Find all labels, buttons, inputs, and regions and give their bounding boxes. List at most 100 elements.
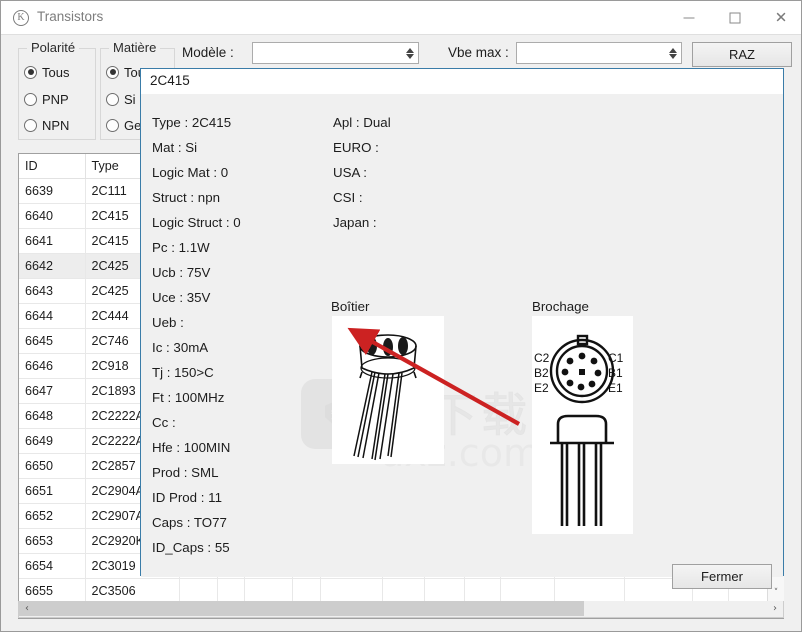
transistor-detail-dialog: 2C415 安 安下载 axz.com Type : 2C415Mat : Si… (140, 68, 784, 589)
grid-horizontal-scrollbar[interactable]: ‹ › (18, 601, 784, 618)
detail-field-right-4: Japan : (333, 215, 377, 230)
brochage-image: C2 B2 E2 C1 B1 E1 (532, 316, 633, 534)
cell-ucb (382, 578, 425, 604)
brochage-caption: Brochage (532, 299, 589, 314)
modele-spinner[interactable] (401, 43, 418, 63)
boitier-image (332, 316, 444, 464)
dialog-title: 2C415 (150, 73, 190, 88)
detail-field-left-1: Mat : Si (152, 140, 198, 155)
cell-id: 6651 (19, 478, 86, 504)
detail-field-left-0: Type : 2C415 (152, 115, 232, 130)
detail-field-right-2: USA : (333, 165, 367, 180)
detail-field-left-10: Tj : 150>C (152, 365, 214, 380)
minimize-icon (683, 17, 695, 18)
cell-id: 6641 (19, 228, 86, 254)
matiere-radio-ge[interactable]: Ge (106, 116, 141, 134)
polarite-radio-npn[interactable]: NPN (24, 116, 69, 134)
cell-id: 6643 (19, 278, 86, 304)
raz-button[interactable]: RAZ (692, 42, 792, 67)
polarite-radio-tous[interactable]: Tous (24, 63, 69, 81)
fermer-button[interactable]: Fermer (672, 564, 772, 589)
col-header-id[interactable]: ID (19, 154, 86, 179)
maximize-icon (729, 12, 741, 23)
pin-label-c1: C1 (608, 351, 624, 365)
cell-id: 6652 (19, 503, 86, 529)
cell-uce (424, 578, 465, 604)
detail-field-left-12: Cc : (152, 415, 176, 430)
cell-id: 6645 (19, 328, 86, 354)
radio-label: NPN (42, 117, 70, 133)
detail-field-left-11: Ft : 100MHz (152, 390, 225, 405)
close-button[interactable]: ✕ (758, 1, 801, 34)
spinner-down-icon[interactable] (668, 53, 677, 59)
matiere-legend: Matière (109, 40, 161, 55)
radio-label: PNP (42, 91, 69, 107)
modele-label: Modèle : (182, 45, 234, 60)
window-title: Transistors (37, 9, 104, 24)
detail-field-left-6: Ucb : 75V (152, 265, 211, 280)
matiere-radio-si[interactable]: Si (106, 90, 136, 108)
scroll-left-icon[interactable]: ‹ (19, 601, 35, 616)
polarite-legend: Polarité (27, 40, 80, 55)
modele-input[interactable] (253, 43, 401, 63)
detail-field-left-3: Struct : npn (152, 190, 220, 205)
spinner-up-icon[interactable] (405, 47, 414, 53)
cell-id: 6648 (19, 403, 86, 429)
detail-field-right-3: CSI : (333, 190, 363, 205)
cell-ic (500, 578, 555, 604)
detail-field-left-2: Logic Mat : 0 (152, 165, 229, 180)
horizontal-scroll-thumb[interactable] (19, 601, 584, 616)
spinner-up-icon[interactable] (668, 47, 677, 53)
cell-mat (179, 578, 218, 604)
detail-field-right-1: EURO : (333, 140, 379, 155)
spinner-down-icon[interactable] (405, 53, 414, 59)
vbe-max-label: Vbe max : (448, 45, 509, 60)
detail-field-left-8: Ueb : (152, 315, 184, 330)
cell-struct (244, 578, 293, 604)
cell-id: 6653 (19, 528, 86, 554)
vbe-max-input[interactable] (517, 43, 664, 63)
cell-id: 6649 (19, 428, 86, 454)
detail-field-right-0: Apl : Dual (333, 115, 391, 130)
cell-id: 6646 (19, 353, 86, 379)
radio-dot-icon (24, 65, 37, 79)
radio-label: Tous (42, 64, 70, 80)
cell-ls (292, 578, 321, 604)
app-circle-icon: K (13, 10, 29, 26)
maximize-button[interactable] (712, 1, 758, 34)
cell-ueb (464, 578, 501, 604)
detail-field-left-14: Prod : SML (152, 465, 219, 480)
cell-id: 6639 (19, 178, 86, 204)
scroll-right-icon[interactable]: › (767, 601, 783, 616)
polarite-radio-pnp[interactable]: PNP (24, 90, 69, 108)
table-row[interactable]: 6655 2C3506 (19, 578, 783, 604)
boitier-caption: Boîtier (331, 299, 370, 314)
application-window: K Transistors ✕ Polarité Tous PNP NPN Ma… (0, 0, 802, 632)
detail-field-left-7: Uce : 35V (152, 290, 211, 305)
cell-pc (320, 578, 383, 604)
radio-dot-icon (106, 92, 119, 106)
vbe-max-spinner[interactable] (664, 43, 681, 63)
radio-dot-icon (106, 118, 119, 132)
cell-type: 2C3506 (85, 578, 180, 604)
close-icon: ✕ (774, 8, 788, 26)
cell-tj (554, 578, 625, 604)
cell-id: 6640 (19, 203, 86, 229)
transistor-package-drawing (353, 334, 417, 461)
radio-label: Si (124, 91, 136, 107)
cell-id: 6654 (19, 553, 86, 579)
detail-field-left-17: ID_Caps : 55 (152, 540, 230, 555)
minimize-button[interactable] (666, 1, 712, 34)
detail-field-left-4: Logic Struct : 0 (152, 215, 241, 230)
pin-label-b1: B1 (608, 366, 623, 380)
radio-dot-icon (106, 65, 119, 79)
cell-id: 6644 (19, 303, 86, 329)
detail-field-left-5: Pc : 1.1W (152, 240, 210, 255)
detail-field-left-13: Hfe : 100MIN (152, 440, 231, 455)
detail-field-left-15: ID Prod : 11 (152, 490, 222, 505)
cell-lm (217, 578, 245, 604)
radio-dot-icon (24, 118, 37, 132)
radio-label: Ge (124, 117, 142, 133)
vbe-max-field[interactable] (516, 42, 682, 64)
modele-field[interactable] (252, 42, 419, 64)
